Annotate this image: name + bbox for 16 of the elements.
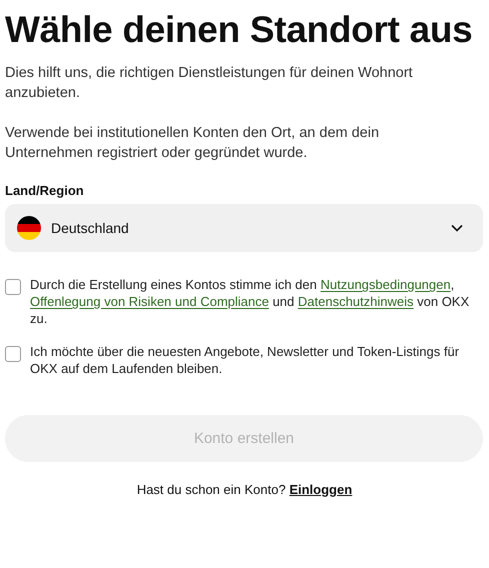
terms-link[interactable]: Nutzungsbedingungen [320, 277, 451, 292]
terms-link[interactable]: Datenschutzhinweis [298, 294, 414, 309]
description-text: Dies hilft uns, die richtigen Dienstleistungen für deinen Wohnort anzubieten. [5, 64, 414, 103]
terms-link[interactable]: Offenlegung von Risiken und Compliance [30, 294, 269, 309]
chevron-down-icon [451, 224, 463, 232]
footer-text: Hast du schon ein Konto? [136, 482, 286, 497]
login-link[interactable]: Einloggen [289, 482, 352, 497]
checkbox[interactable] [5, 346, 21, 362]
page-heading: Wähle deinen Standort aus [5, 8, 474, 52]
region-select[interactable]: Deutschland [5, 204, 483, 252]
description-text: Verwende bei institutionellen Konten den Ort, an dem dein Unternehmen registriert oder gegründet wurde. [5, 124, 380, 163]
flag-icon [17, 216, 41, 240]
field-label: Land/Region [5, 183, 85, 198]
consent-text: Ich möchte über die neuesten Angebote, Newsletter und Token-Listings für OKX auf dem Laufenden bleiben. [30, 343, 460, 377]
checkbox[interactable] [5, 279, 21, 295]
consent-text: Durch die Erstellung eines Kontos stimme ich den Nutzungsbedingungen, Offenlegung von Risiken und Compliance und Datenschutzhinweis von OKX zu. [30, 276, 470, 327]
